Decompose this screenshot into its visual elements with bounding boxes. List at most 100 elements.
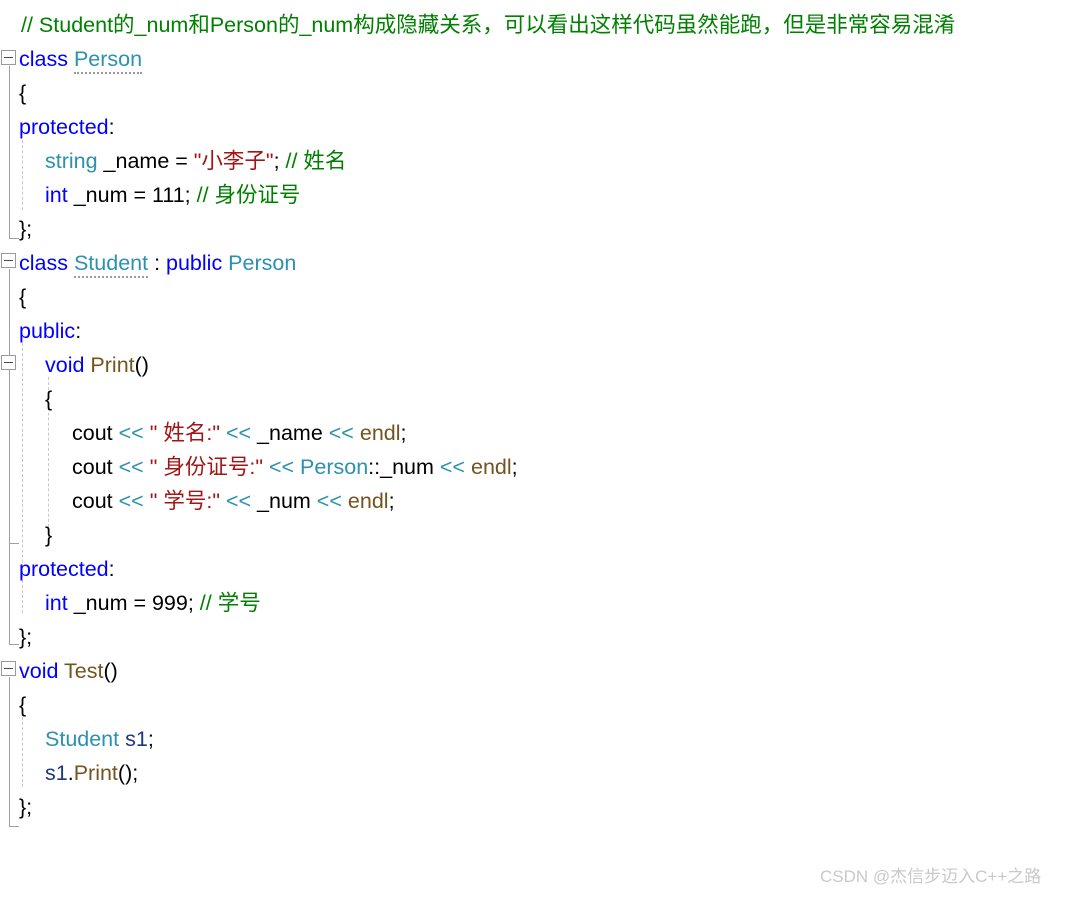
code-line-3[interactable]: { [0, 76, 1087, 110]
token: }; [19, 795, 33, 819]
token: }; [19, 217, 33, 241]
code-line-15[interactable]: cout << " 学号:" << _num << endl; [0, 484, 1087, 518]
token: void [19, 659, 65, 683]
token: { [19, 693, 27, 717]
token: class [19, 47, 74, 71]
token: << [268, 455, 295, 479]
token: ; [511, 455, 518, 479]
token: cout [72, 421, 119, 445]
code-line-1[interactable]: // Student的_num和Person的_num构成隐藏关系，可以看出这样… [0, 8, 1087, 42]
token: string [45, 149, 98, 173]
code-line-23-content: s1.Print(); [45, 756, 138, 790]
token: s1 [125, 727, 148, 751]
token: class [19, 251, 74, 275]
token: _num [251, 489, 317, 513]
code-line-22-content: Student s1; [45, 722, 154, 756]
token: public [166, 251, 229, 275]
token: Print [90, 353, 135, 377]
code-line-6[interactable]: int _num = 111; // 身份证号 [0, 178, 1087, 212]
code-line-11[interactable]: void Print() [0, 348, 1087, 382]
code-line-13-content: cout << " 姓名:" << _name << endl; [72, 416, 407, 450]
token: " 姓名:" [149, 421, 220, 445]
token: Test [64, 659, 104, 683]
code-line-11-content: void Print() [45, 348, 149, 382]
code-line-20-content: void Test() [19, 654, 118, 688]
token: << [225, 421, 252, 445]
token: () [103, 659, 118, 683]
token: << [439, 455, 465, 479]
token: _name [251, 421, 329, 445]
code-line-2[interactable]: class Person [0, 42, 1087, 76]
token: endl [347, 489, 389, 513]
token: << [118, 421, 144, 445]
code-line-8-content: class Student : public Person [19, 246, 296, 280]
token: ; [273, 149, 286, 173]
token: Person [228, 251, 297, 275]
token: : [75, 319, 82, 343]
token: "小李子" [193, 149, 274, 173]
token: ::_num [368, 455, 440, 479]
token: protected [19, 557, 109, 581]
token: // Student的_num和Person的_num构成隐藏关系，可以看出这样… [21, 13, 956, 37]
token: Student [73, 251, 149, 278]
code-line-10[interactable]: public: [0, 314, 1087, 348]
token: cout [72, 455, 119, 479]
token: { [45, 387, 53, 411]
code-line-17-content: protected: [19, 552, 115, 586]
code-line-14[interactable]: cout << " 身份证号:" << Person::_num << endl… [0, 450, 1087, 484]
code-line-14-content: cout << " 身份证号:" << Person::_num << endl… [72, 450, 518, 484]
token: << [328, 421, 354, 445]
token: _name = [97, 149, 194, 173]
code-line-5[interactable]: string _name = "小李子"; // 姓名 [0, 144, 1087, 178]
token: : [108, 557, 115, 581]
token: _num = 111; [67, 183, 197, 207]
token: { [19, 285, 27, 309]
csdn-watermark: CSDN @杰信步迈入C++之路 [820, 867, 1042, 886]
token: Person [300, 455, 369, 479]
code-line-8[interactable]: class Student : public Person [0, 246, 1087, 280]
code-editor-surface[interactable]: // Student的_num和Person的_num构成隐藏关系，可以看出这样… [0, 0, 1087, 898]
token: // 身份证号 [196, 183, 301, 207]
token: << [118, 455, 144, 479]
code-line-19[interactable]: }; [0, 620, 1087, 654]
code-line-3-content: { [19, 76, 26, 110]
token: Person [73, 47, 143, 74]
code-line-23[interactable]: s1.Print(); [0, 756, 1087, 790]
token: Print [73, 761, 118, 785]
code-line-1-content: // Student的_num和Person的_num构成隐藏关系，可以看出这样… [21, 8, 955, 42]
token: : [108, 115, 115, 139]
token: { [19, 81, 27, 105]
code-line-13[interactable]: cout << " 姓名:" << _name << endl; [0, 416, 1087, 450]
code-line-16[interactable]: } [0, 518, 1087, 552]
code-line-22[interactable]: Student s1; [0, 722, 1087, 756]
code-line-12[interactable]: { [0, 382, 1087, 416]
code-line-5-content: string _name = "小李子"; // 姓名 [45, 144, 346, 178]
token: int [45, 591, 68, 615]
code-line-20[interactable]: void Test() [0, 654, 1087, 688]
token: _num = 999; [67, 591, 200, 615]
token: endl [359, 421, 401, 445]
code-line-21-content: { [19, 688, 26, 722]
token: Student [45, 727, 120, 751]
token: << [316, 489, 342, 513]
outline-func-test-foot [9, 826, 19, 827]
code-line-17[interactable]: protected: [0, 552, 1087, 586]
token: } [45, 523, 53, 547]
token: endl [470, 455, 512, 479]
code-line-4[interactable]: protected: [0, 110, 1087, 144]
code-line-24[interactable]: }; [0, 790, 1087, 824]
code-line-24-content: }; [19, 790, 32, 824]
token: protected [19, 115, 109, 139]
code-line-18-content: int _num = 999; // 学号 [45, 586, 261, 620]
code-line-7[interactable]: }; [0, 212, 1087, 246]
code-line-21[interactable]: { [0, 688, 1087, 722]
code-line-2-content: class Person [19, 42, 143, 76]
token: : [148, 251, 167, 275]
code-line-4-content: protected: [19, 110, 115, 144]
token: s1 [45, 761, 68, 785]
code-line-18[interactable]: int _num = 999; // 学号 [0, 586, 1087, 620]
token: int [45, 183, 68, 207]
token: ; [147, 727, 154, 751]
token: cout [72, 489, 119, 513]
code-line-9[interactable]: { [0, 280, 1087, 314]
